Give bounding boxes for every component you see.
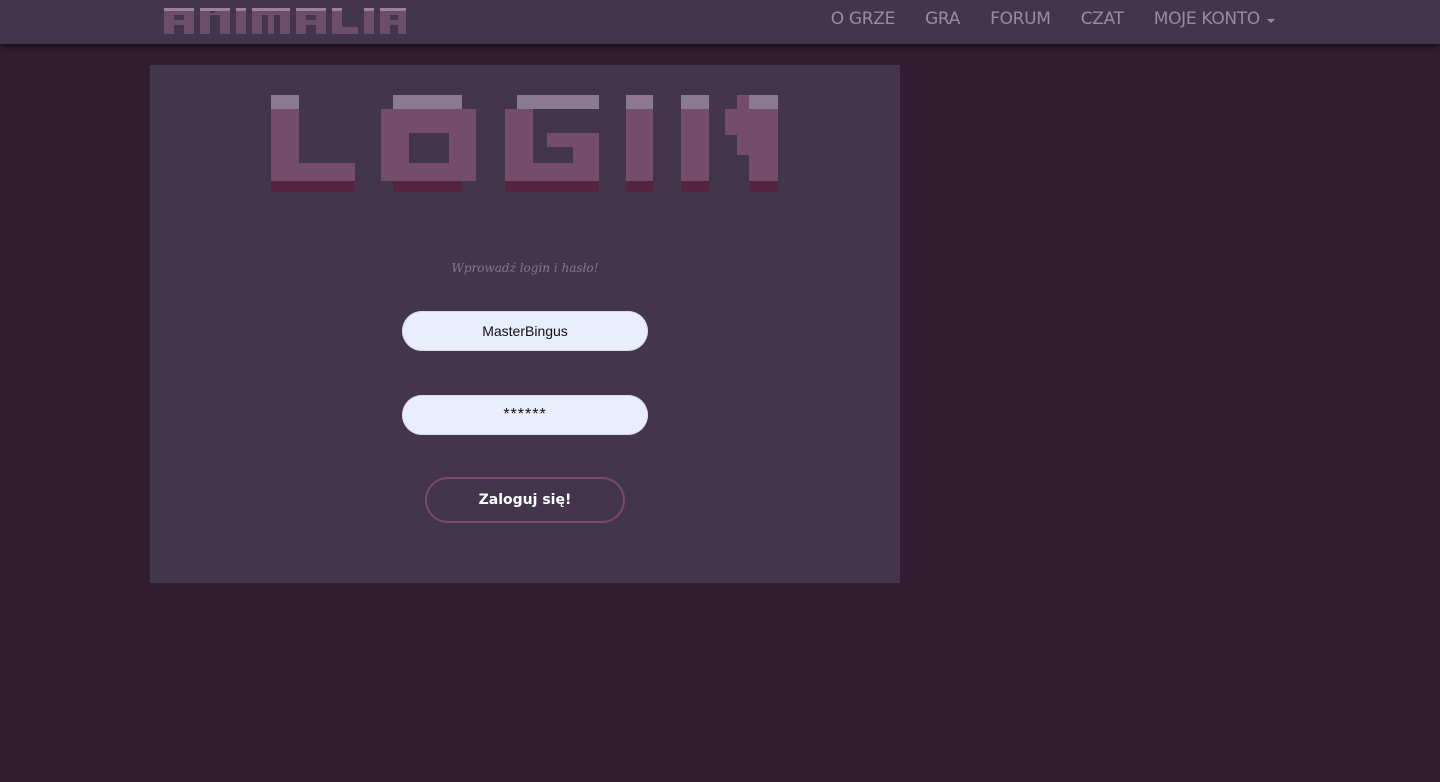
nav-forum[interactable]: FORUM bbox=[990, 9, 1051, 29]
nav-o-grze-label: O GRZE bbox=[830, 9, 896, 29]
nav-o-grze[interactable]: O GRZE bbox=[830, 9, 896, 29]
username-field[interactable] bbox=[402, 311, 648, 351]
brand-logo[interactable] bbox=[162, 5, 406, 34]
nav-gra-label: GRA bbox=[925, 9, 961, 29]
nav-forum-label: FORUM bbox=[990, 9, 1051, 29]
login-submit-button[interactable]: Zaloguj się! bbox=[425, 477, 625, 523]
password-field[interactable] bbox=[402, 395, 648, 435]
top-navbar: O GRZE GRA FORUM CZAT MOJE KONTO bbox=[0, 0, 1440, 44]
login-panel: Wprowadź login i hasło! Zaloguj się! bbox=[150, 65, 900, 583]
nav-czat[interactable]: CZAT bbox=[1081, 9, 1124, 29]
nav-moje-konto-label: MOJE KONTO bbox=[1153, 9, 1261, 29]
caret-down-icon bbox=[1267, 18, 1275, 23]
main-menu: O GRZE GRA FORUM CZAT MOJE KONTO bbox=[801, 0, 1275, 38]
login-prompt: Wprowadź login i hasło! bbox=[451, 261, 599, 275]
nav-gra[interactable]: GRA bbox=[925, 9, 960, 29]
nav-czat-label: CZAT bbox=[1080, 9, 1124, 29]
login-title-pixel-logo bbox=[271, 95, 778, 192]
nav-moje-konto-dropdown[interactable]: MOJE KONTO bbox=[1154, 9, 1275, 29]
